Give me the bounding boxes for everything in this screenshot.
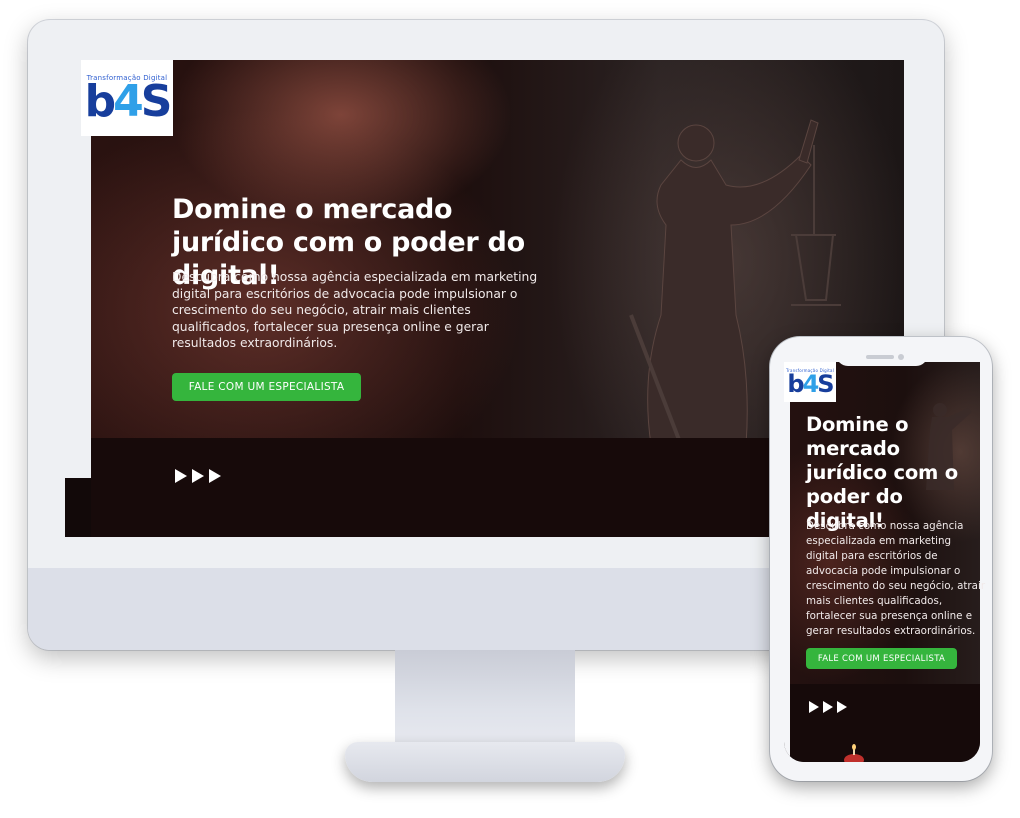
play-arrow-icon: [809, 701, 819, 713]
logo-letter-s: S: [140, 75, 173, 127]
play-arrow-icon: [823, 701, 833, 713]
phone-hero-description: Descubra como nossa agência especializad…: [806, 520, 986, 637]
play-arrow-icon: [192, 469, 204, 483]
logo-mark: b4S: [85, 79, 173, 123]
logo-letter-b: b: [84, 75, 116, 127]
phone-logo[interactable]: Transformação Digital b4S: [784, 362, 836, 402]
play-arrow-icon: [209, 469, 221, 483]
phone-hero-title: Domine o mercado jurídico com o poder do…: [806, 413, 958, 532]
play-arrow-icon: [175, 469, 187, 483]
contact-specialist-button[interactable]: FALE COM UM ESPECIALISTA: [172, 373, 361, 401]
phone-contact-specialist-button[interactable]: FALE COM UM ESPECIALISTA: [806, 648, 957, 669]
logo-mark: b4S: [787, 370, 834, 398]
monitor-stand: [395, 650, 575, 750]
scroll-arrows[interactable]: [175, 469, 221, 483]
phone-speaker: [866, 355, 894, 359]
logo[interactable]: Transformação Digital b4S: [81, 60, 173, 136]
hero-description: Descubra como nossa agência especializad…: [172, 270, 538, 350]
phone-camera: [898, 354, 904, 360]
logo-digit-4: 4: [802, 370, 820, 398]
phone-hero-bottom-band: [790, 684, 980, 762]
candle-icon: [844, 744, 864, 762]
logo-letter-b: b: [787, 370, 804, 398]
monitor-base: [345, 742, 625, 782]
play-arrow-icon: [837, 701, 847, 713]
phone-scroll-arrows[interactable]: [809, 701, 847, 713]
logo-letter-s: S: [817, 370, 834, 398]
logo-digit-4: 4: [113, 75, 144, 127]
